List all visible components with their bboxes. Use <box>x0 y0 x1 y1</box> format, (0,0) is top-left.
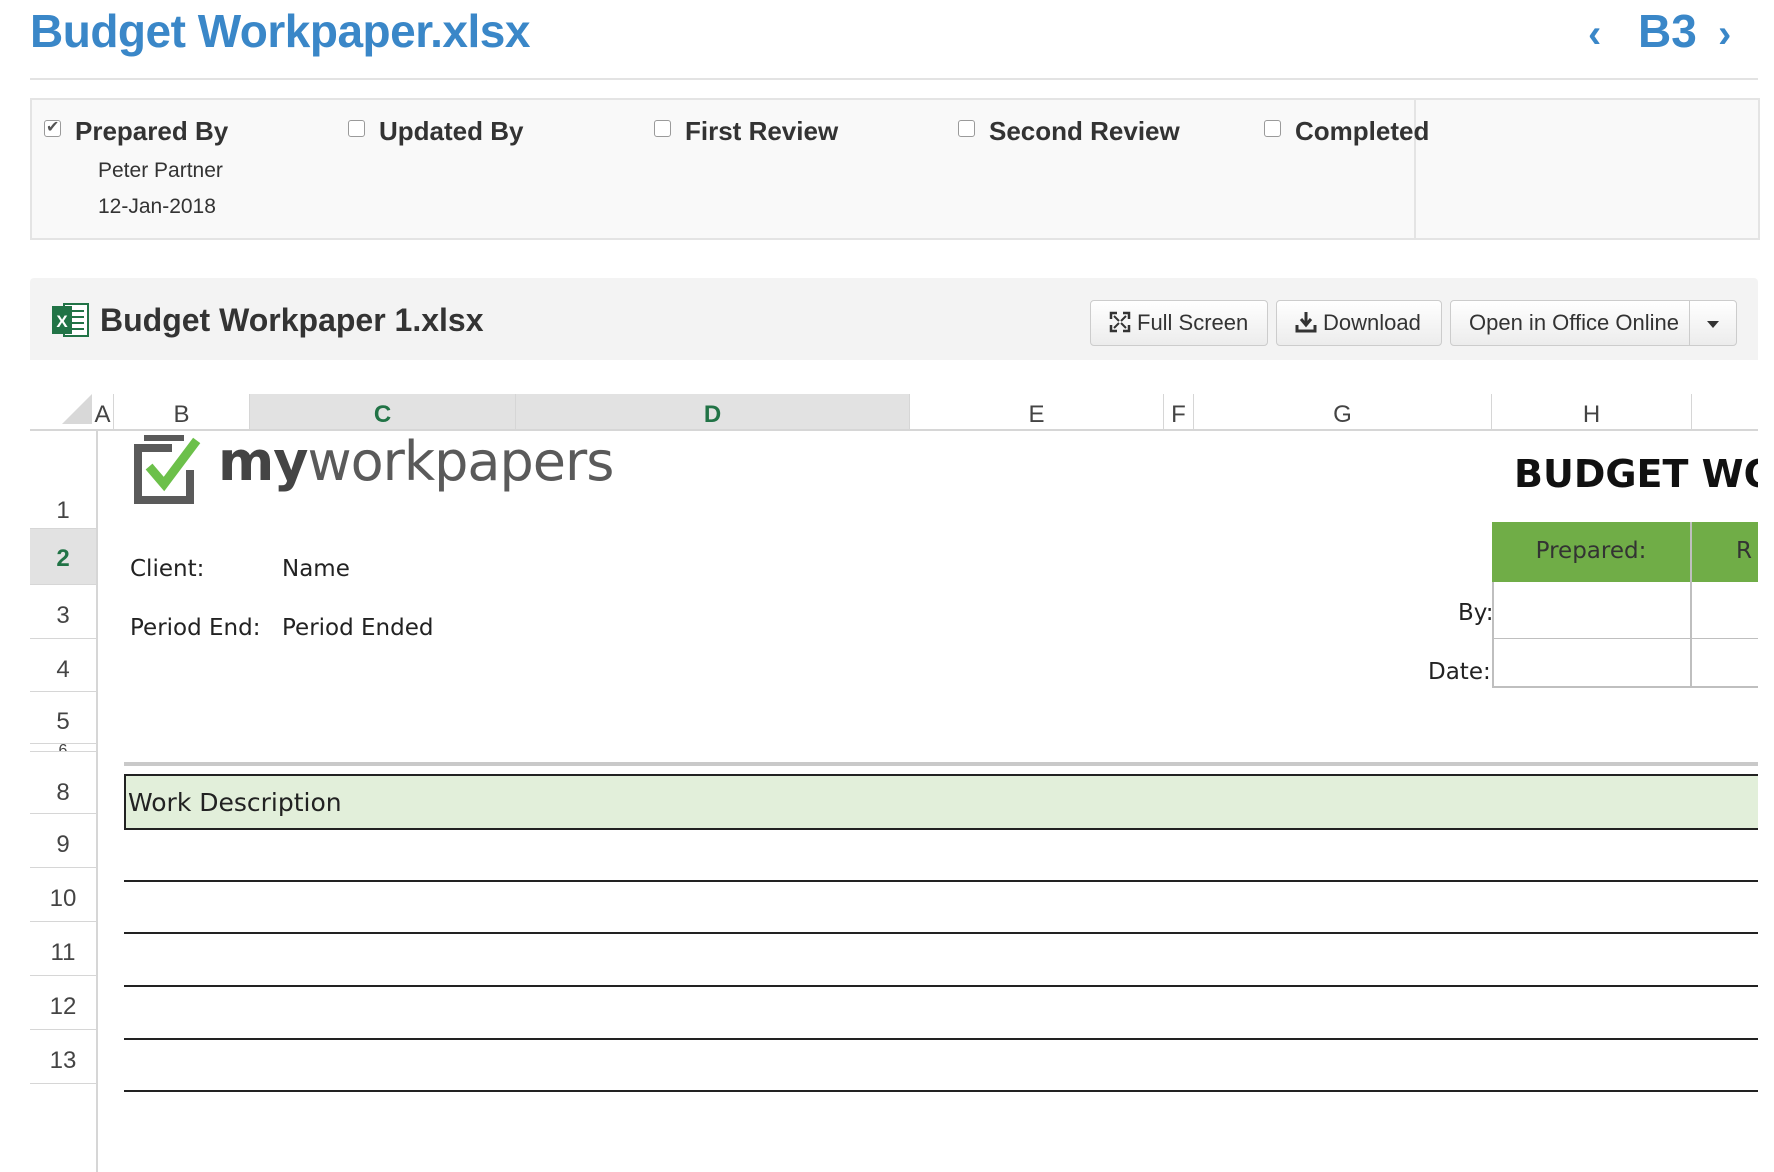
excel-icon: X <box>52 303 89 337</box>
signoff-date: 12-Jan-2018 <box>98 195 216 218</box>
row-header[interactable]: 8 <box>30 752 96 814</box>
signoff-label: Completed <box>1295 116 1430 146</box>
signoff-updated-by: Updated By <box>348 116 523 147</box>
row-header[interactable]: 10 <box>30 868 96 922</box>
row-rule <box>124 985 1758 987</box>
signoff-label: Second Review <box>989 116 1180 146</box>
row-header[interactable]: 13 <box>30 1030 96 1084</box>
prepared-by-checkbox[interactable] <box>44 117 61 137</box>
client-value: Name <box>282 556 350 582</box>
office-options-dropdown[interactable] <box>1689 300 1737 346</box>
spreadsheet-preview[interactable]: A B C D E F G H 1 2 3 4 5 6 8 9 10 11 12… <box>30 360 1758 1172</box>
row-rule <box>124 1038 1758 1040</box>
document-title: Budget Workpaper.xlsx <box>30 5 530 57</box>
prepared-table-body <box>1492 582 1758 688</box>
column-header[interactable]: G <box>1194 394 1492 430</box>
signoff-name: Peter Partner <box>98 159 223 182</box>
expand-icon <box>1109 311 1131 333</box>
prepared-table-col-divider <box>1690 522 1692 688</box>
updated-by-checkbox[interactable] <box>348 120 365 137</box>
next-cell-button[interactable]: › <box>1718 14 1731 54</box>
column-header[interactable]: H <box>1492 394 1692 430</box>
row-header[interactable]: 9 <box>30 814 96 868</box>
signoff-label: Updated By <box>379 116 524 146</box>
prepared-table-row-divider <box>1492 638 1758 639</box>
period-end-label: Period End: <box>130 615 261 641</box>
signoff-completed: Completed <box>1264 116 1429 147</box>
frozen-pane-divider <box>124 762 1758 766</box>
row-header[interactable]: 6 <box>30 744 96 752</box>
select-all-corner[interactable] <box>62 394 92 424</box>
cell-reference: B3 <box>1638 5 1697 57</box>
row-header[interactable]: 4 <box>30 639 96 692</box>
signoff-first-review: First Review <box>654 116 838 147</box>
first-review-checkbox[interactable] <box>654 120 671 137</box>
period-end-value: Period Ended <box>282 615 434 641</box>
signoff-second-review: Second Review <box>958 116 1180 147</box>
download-button[interactable]: Download <box>1276 300 1442 346</box>
second-review-checkbox[interactable] <box>958 120 975 137</box>
svg-text:X: X <box>56 312 68 331</box>
row-header[interactable]: 2 <box>30 529 96 585</box>
column-header[interactable]: B <box>114 394 250 430</box>
download-icon <box>1295 312 1317 333</box>
sheet-title: BUDGET WORKPAPER <box>1514 452 1758 496</box>
open-in-office-online-button[interactable]: Open in Office Online <box>1450 300 1691 346</box>
by-label: By: <box>1458 600 1494 626</box>
signoff-label: First Review <box>685 116 839 146</box>
work-description-band <box>124 774 1758 830</box>
signoff-panel <box>30 98 1760 240</box>
reviewed-header-label: R <box>1736 538 1752 564</box>
column-header[interactable]: F <box>1164 394 1194 430</box>
full-screen-button[interactable]: Full Screen <box>1090 300 1268 346</box>
signoff-label: Prepared By <box>75 116 229 146</box>
column-header[interactable]: E <box>910 394 1164 430</box>
work-description-label: Work Description <box>128 788 342 817</box>
signoff-prepared-by: Prepared By Peter Partner 12-Jan-2018 <box>44 116 228 219</box>
viewer-file-name: Budget Workpaper 1.xlsx <box>100 302 484 338</box>
row-header[interactable]: 11 <box>30 922 96 976</box>
myworkpapers-logo-icon <box>134 435 201 504</box>
prepared-header-label: Prepared: <box>1535 538 1647 564</box>
row-header[interactable]: 5 <box>30 692 96 744</box>
full-screen-label: Full Screen <box>1137 310 1249 335</box>
completed-checkbox[interactable] <box>1264 120 1281 137</box>
caret-down-icon <box>1707 320 1719 328</box>
download-label: Download <box>1323 310 1421 335</box>
column-header[interactable]: C <box>250 394 516 430</box>
header-divider <box>30 78 1758 80</box>
row-rule <box>124 880 1758 882</box>
myworkpapers-logo-text: myworkpapers <box>218 430 614 493</box>
row-header[interactable]: 12 <box>30 976 96 1030</box>
row-rule <box>124 932 1758 934</box>
column-header[interactable]: A <box>92 394 114 430</box>
prev-cell-button[interactable]: ‹ <box>1588 14 1601 54</box>
row-header[interactable]: 3 <box>30 585 96 639</box>
row-header-border <box>96 430 98 1172</box>
row-header[interactable]: 1 <box>30 431 96 529</box>
date-label: Date: <box>1428 659 1491 685</box>
row-rule <box>124 1090 1758 1092</box>
column-header[interactable]: D <box>516 394 910 430</box>
client-label: Client: <box>130 556 205 582</box>
